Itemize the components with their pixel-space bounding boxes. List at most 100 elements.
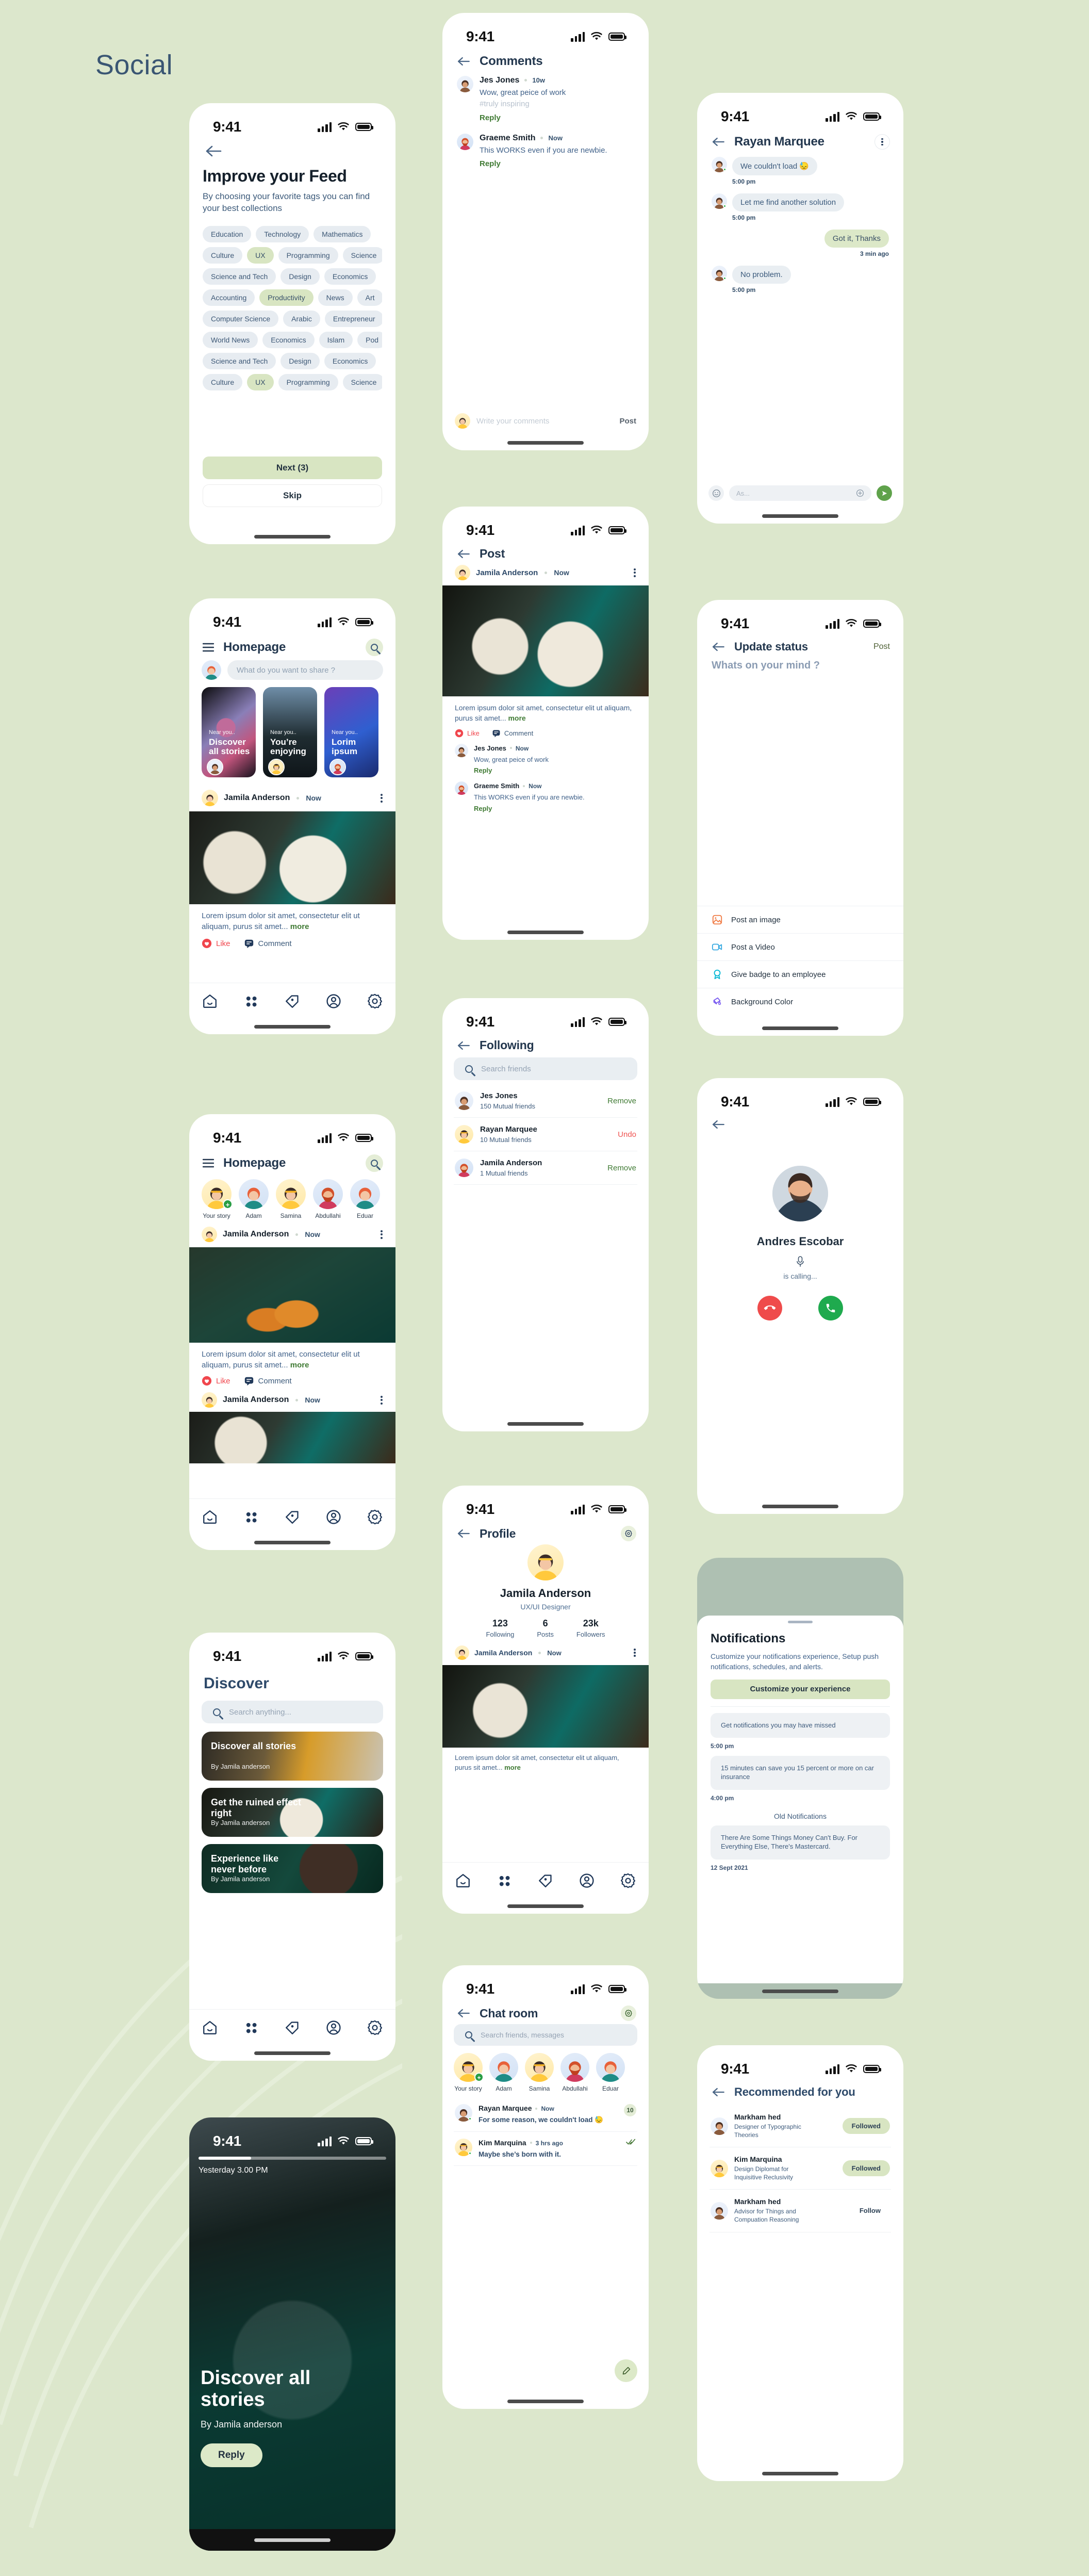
story-avatar-adam[interactable]: Adam — [239, 1179, 269, 1219]
profile-icon[interactable] — [325, 2019, 342, 2036]
tag-computer-science[interactable]: Computer Science — [203, 310, 279, 327]
tag-culture[interactable]: Culture — [203, 373, 243, 390]
notification-item[interactable]: Get notifications you may have missed 5:0… — [711, 1713, 890, 1750]
settings-icon[interactable] — [366, 992, 384, 1010]
next-button[interactable]: Next (3) — [203, 456, 382, 479]
reply-button[interactable]: Reply — [474, 805, 636, 812]
back-icon[interactable] — [457, 1040, 470, 1051]
tag-programming[interactable]: Programming — [278, 247, 338, 264]
tag-ux[interactable]: UX — [247, 247, 274, 264]
back-icon[interactable] — [712, 1119, 725, 1130]
back-icon[interactable] — [457, 56, 470, 67]
post-more-link[interactable]: more — [504, 1764, 521, 1771]
share-input[interactable]: What do you want to share ? — [227, 660, 383, 680]
friend-search[interactable]: Search friends — [454, 1057, 637, 1080]
chat-thread-row[interactable]: Rayan Marquee Now For some reason, we coul… — [454, 2097, 637, 2132]
accept-call-button[interactable] — [818, 1296, 843, 1320]
sheet-grabber[interactable] — [697, 1616, 903, 1623]
back-icon[interactable] — [712, 2087, 725, 2097]
tag-science[interactable]: Science — [342, 373, 382, 390]
menu-icon[interactable] — [203, 1159, 214, 1168]
back-icon[interactable] — [457, 549, 470, 559]
story-progress-track[interactable] — [199, 2157, 386, 2160]
home-icon[interactable] — [201, 992, 219, 1010]
tag-news[interactable]: News — [318, 289, 353, 306]
comment-button[interactable]: Comment — [244, 1376, 292, 1386]
comment-button[interactable]: Comment — [244, 938, 292, 949]
tag-design[interactable]: Design — [280, 268, 320, 285]
discover-search[interactable]: Search anything... — [202, 1701, 383, 1723]
like-button[interactable]: Like — [202, 938, 230, 949]
grid-icon[interactable] — [242, 1508, 260, 1526]
story-avatar-adam[interactable]: Adam — [489, 2053, 518, 2092]
settings-icon[interactable] — [366, 1508, 384, 1526]
settings-icon[interactable] — [619, 1872, 637, 1889]
profile-stat[interactable]: 123 Following — [486, 1618, 514, 1638]
follow-button[interactable]: Follow — [850, 2203, 890, 2219]
tag-design[interactable]: Design — [280, 352, 320, 369]
tag-economics[interactable]: Economics — [324, 352, 376, 369]
story-avatar-samina[interactable]: Samina — [276, 1179, 306, 1219]
story-avatar-eduar[interactable]: Eduar — [350, 1179, 380, 1219]
tag-economics[interactable]: Economics — [324, 268, 376, 285]
like-button[interactable]: Like — [202, 1376, 230, 1386]
status-option-post-a-video[interactable]: Post a Video — [697, 933, 903, 960]
status-option-post-an-image[interactable]: Post an image — [697, 906, 903, 933]
tag-icon[interactable] — [284, 992, 301, 1010]
customize-experience-button[interactable]: Customize your experience — [711, 1679, 890, 1699]
settings-button[interactable] — [621, 1526, 636, 1541]
search-button[interactable] — [366, 639, 383, 656]
search-button[interactable] — [366, 1154, 383, 1172]
post-options-icon[interactable] — [633, 568, 636, 577]
tag-mathematics[interactable]: Mathematics — [314, 225, 371, 242]
tag-icon[interactable] — [284, 1508, 301, 1526]
tag-icon[interactable] — [537, 1872, 554, 1889]
like-button[interactable]: Like — [455, 729, 480, 738]
followed-button[interactable]: Followed — [842, 2118, 890, 2134]
compose-message-fab[interactable] — [615, 2359, 637, 2382]
status-option-give-badge-to-an-employee[interactable]: Give badge to an employee — [697, 960, 903, 988]
story-card[interactable]: Near you.. You’re enjoying — [263, 687, 317, 777]
decline-call-button[interactable] — [757, 1296, 782, 1320]
post-options-icon[interactable] — [380, 1395, 383, 1405]
home-icon[interactable] — [201, 2019, 219, 2036]
notification-item[interactable]: 15 minutes can save you 15 percent or mo… — [711, 1756, 890, 1802]
discover-card[interactable]: Discover all stories By Jamila anderson — [202, 1732, 383, 1781]
back-icon[interactable] — [457, 2008, 470, 2018]
grid-icon[interactable] — [242, 992, 260, 1010]
story-avatar-your-story[interactable]: + Your story — [454, 2053, 484, 2092]
chat-search[interactable]: Search friends, messages — [454, 2024, 637, 2046]
status-option-background-color[interactable]: Background Color — [697, 988, 903, 1015]
chat-input[interactable]: As... — [736, 490, 852, 497]
tag-economics[interactable]: Economics — [262, 331, 315, 348]
profile-stat[interactable]: 6 Posts — [537, 1618, 554, 1638]
grid-icon[interactable] — [242, 2019, 260, 2036]
story-avatar-your-story[interactable]: + Your story — [202, 1179, 233, 1219]
comment-button[interactable]: Comment — [492, 729, 533, 738]
tag-islam[interactable]: Islam — [319, 331, 353, 348]
tag-ux[interactable]: UX — [247, 373, 274, 390]
story-avatar-row[interactable]: + Your story Adam Samina Abdullahi Eduar — [189, 1176, 395, 1219]
home-icon[interactable] — [201, 1508, 219, 1526]
post-options-icon[interactable] — [380, 1230, 383, 1239]
followed-button[interactable]: Followed — [842, 2160, 890, 2177]
settings-button[interactable] — [621, 2006, 636, 2021]
story-avatar-abdullahi[interactable]: Abdullahi — [560, 2053, 589, 2092]
undo-button[interactable]: Undo — [618, 1130, 636, 1139]
home-icon[interactable] — [454, 1872, 472, 1889]
post-comment-button[interactable]: Post — [619, 417, 636, 426]
tag-technology[interactable]: Technology — [256, 225, 309, 242]
add-story-icon[interactable]: + — [474, 2073, 484, 2082]
reply-button[interactable]: Reply — [480, 159, 634, 168]
tag-productivity[interactable]: Productivity — [259, 289, 314, 306]
post-options-icon[interactable] — [633, 1649, 636, 1657]
old-notification-item[interactable]: There Are Some Things Money Can't Buy. F… — [711, 1825, 890, 1871]
post-status-button[interactable]: Post — [873, 642, 890, 651]
post-more-link[interactable]: more — [508, 714, 525, 722]
skip-button[interactable]: Skip — [203, 484, 382, 507]
reply-button[interactable]: Reply — [474, 767, 636, 774]
comment-input[interactable]: Write your comments — [476, 417, 613, 426]
settings-icon[interactable] — [366, 2019, 384, 2036]
profile-icon[interactable] — [578, 1872, 596, 1889]
profile-icon[interactable] — [325, 992, 342, 1010]
